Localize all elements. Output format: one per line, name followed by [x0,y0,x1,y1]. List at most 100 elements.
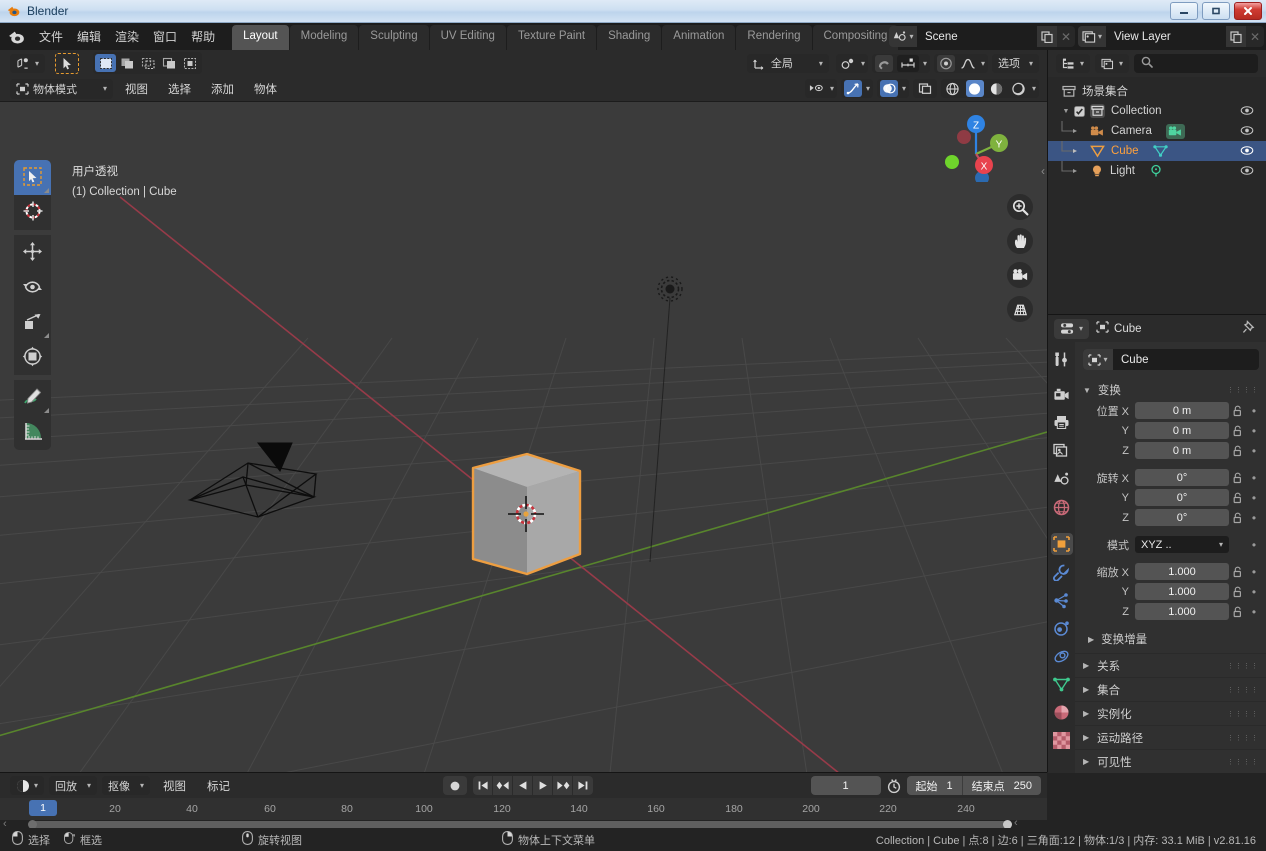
properties-editor-type-selector[interactable]: ▾ [1054,318,1090,339]
location-y-field[interactable]: 0 m [1135,422,1229,439]
tab-layout[interactable]: Layout [232,25,289,50]
jump-to-start-icon[interactable] [473,776,493,795]
menu-help[interactable]: 帮助 [184,25,222,48]
tab-world[interactable] [1051,496,1073,518]
view-layer-name[interactable]: View Layer [1106,26,1226,47]
lock-location-y-icon[interactable] [1229,425,1247,437]
lock-location-z-icon[interactable] [1229,445,1247,457]
rotation-y-field[interactable]: 0° [1135,489,1229,506]
tool-annotate[interactable] [14,380,51,415]
viewport-menu-object[interactable]: 物体 [246,79,285,99]
jump-to-end-icon[interactable] [573,776,593,795]
play-icon[interactable] [533,776,553,795]
animate-rotation-mode-icon[interactable]: • [1247,538,1261,552]
timeline-menu-keying[interactable]: 抠像 ▾ [102,776,151,795]
show-hide-icon[interactable] [808,80,826,97]
new-view-layer-button[interactable] [1226,26,1246,47]
tab-modifiers[interactable] [1051,561,1073,583]
collection-checkbox[interactable] [1074,105,1085,117]
viewport-options-button[interactable]: 选项 ▾ [991,53,1039,73]
remove-view-layer-button[interactable]: ✕ [1246,26,1264,47]
animate-scale-x-icon[interactable]: • [1247,565,1261,579]
location-z-field[interactable]: 0 m [1135,442,1229,459]
lock-location-x-icon[interactable] [1229,405,1247,417]
use-preview-range-icon[interactable] [886,778,902,794]
toggle-perspective-icon[interactable] [1007,296,1033,322]
light-data-icon[interactable] [1149,164,1163,178]
panel-visibility[interactable]: ▶ 可见性 ⋮⋮⋮⋮ [1075,749,1266,773]
outliner-row-scene-collection[interactable]: 场景集合 [1048,81,1266,101]
tab-compositing[interactable]: Compositing [812,25,899,50]
intersect-select-icon[interactable] [179,54,200,72]
prev-keyframe-icon[interactable] [493,776,513,795]
expand-collection-icon[interactable]: ▼ [1060,108,1072,115]
view-layer-selector[interactable]: ▾ View Layer ✕ [1078,26,1264,47]
minimize-button[interactable] [1170,2,1198,20]
tool-rotate[interactable] [14,270,51,305]
tab-modeling[interactable]: Modeling [289,25,359,50]
camera-view-icon[interactable] [1007,262,1033,288]
solid-icon[interactable] [965,80,984,97]
tab-scene[interactable] [1051,468,1073,490]
cursor-select-icon[interactable] [55,52,80,74]
gizmo-icon[interactable] [843,80,862,97]
mesh-data-icon[interactable] [1152,144,1168,158]
sidebar-toggle-arrow-icon[interactable]: ‹ [1041,164,1045,178]
tool-transform[interactable] [14,340,51,375]
object-name-field[interactable]: ▾ Cube [1083,349,1259,370]
expand-triangle-icon[interactable]: ▶ [1083,709,1089,718]
scale-y-field[interactable]: 1.000 [1135,583,1229,600]
expand-triangle-icon[interactable]: ▶ [1088,635,1094,644]
animate-rotation-x-icon[interactable]: • [1247,471,1261,485]
object-visibility-selector[interactable]: ▾ [804,79,837,98]
tab-render[interactable] [1051,384,1073,406]
outliner-display-mode-selector[interactable]: ▾ [1056,54,1091,73]
tool-scale[interactable] [14,305,51,340]
animate-scale-z-icon[interactable]: • [1247,605,1261,619]
timeline-menu-marker[interactable]: 标记 [199,776,238,796]
rotation-mode-dropdown[interactable]: XYZ .. ▾ [1135,536,1229,553]
panel-motion-paths[interactable]: ▶ 运动路径 ⋮⋮⋮⋮ [1075,725,1266,749]
viewport-canvas[interactable]: 用户透视 (1) Collection | Cube Z Y X ‹ [0,102,1047,772]
animate-location-x-icon[interactable]: • [1247,404,1261,418]
expand-triangle-icon[interactable]: ▶ [1083,757,1089,766]
set-select-icon[interactable] [95,54,117,72]
play-reverse-icon[interactable] [513,776,533,795]
tab-material[interactable] [1051,701,1073,723]
toggle-xray-button[interactable] [912,79,937,98]
tab-uv-editing[interactable]: UV Editing [429,25,506,50]
menu-edit[interactable]: 编辑 [70,25,108,48]
tab-texture-paint[interactable]: Texture Paint [506,25,597,50]
scale-z-field[interactable]: 1.000 [1135,603,1229,620]
timeline-menu-playback[interactable]: 回放 ▾ [49,776,98,795]
lock-rotation-x-icon[interactable] [1229,472,1247,484]
menu-window[interactable]: 窗口 [146,25,184,48]
tab-object[interactable] [1050,533,1073,555]
menu-file[interactable]: 文件 [32,25,70,48]
tab-sculpting[interactable]: Sculpting [359,25,429,50]
tool-measure[interactable] [14,415,51,450]
animate-rotation-y-icon[interactable]: • [1247,491,1261,505]
pivot-point-selector[interactable]: ▾ [835,53,868,73]
smooth-falloff-icon[interactable] [959,55,977,72]
timeline-ruler[interactable]: 20 40 60 80 100 120 140 160 180 200 220 … [0,798,1047,820]
viewport-menu-view[interactable]: 视图 [117,79,156,99]
tab-shading[interactable]: Shading [597,25,662,50]
tab-view-layer[interactable] [1051,440,1073,462]
panel-collections[interactable]: ▶ 集合 ⋮⋮⋮⋮ [1075,677,1266,701]
scene-icon[interactable]: ▾ [889,26,917,47]
subtract-select-icon[interactable] [137,54,158,72]
viewport-menu-select[interactable]: 选择 [160,79,199,99]
animate-location-z-icon[interactable]: • [1247,444,1261,458]
new-scene-button[interactable] [1037,26,1057,47]
transform-panel-header[interactable]: ▼ 变换 ⋮⋮⋮⋮ [1075,379,1266,401]
pan-hand-icon[interactable] [1007,228,1033,254]
tab-rendering[interactable]: Rendering [736,25,812,50]
pin-icon[interactable] [1242,320,1256,337]
tool-cursor[interactable] [14,195,51,230]
location-x-field[interactable]: 0 m [1135,402,1229,419]
maximize-button[interactable] [1202,2,1230,20]
invert-select-icon[interactable] [158,54,179,72]
rendered-icon[interactable] [1010,80,1028,97]
outliner-row-cube[interactable]: Cube [1048,141,1266,161]
